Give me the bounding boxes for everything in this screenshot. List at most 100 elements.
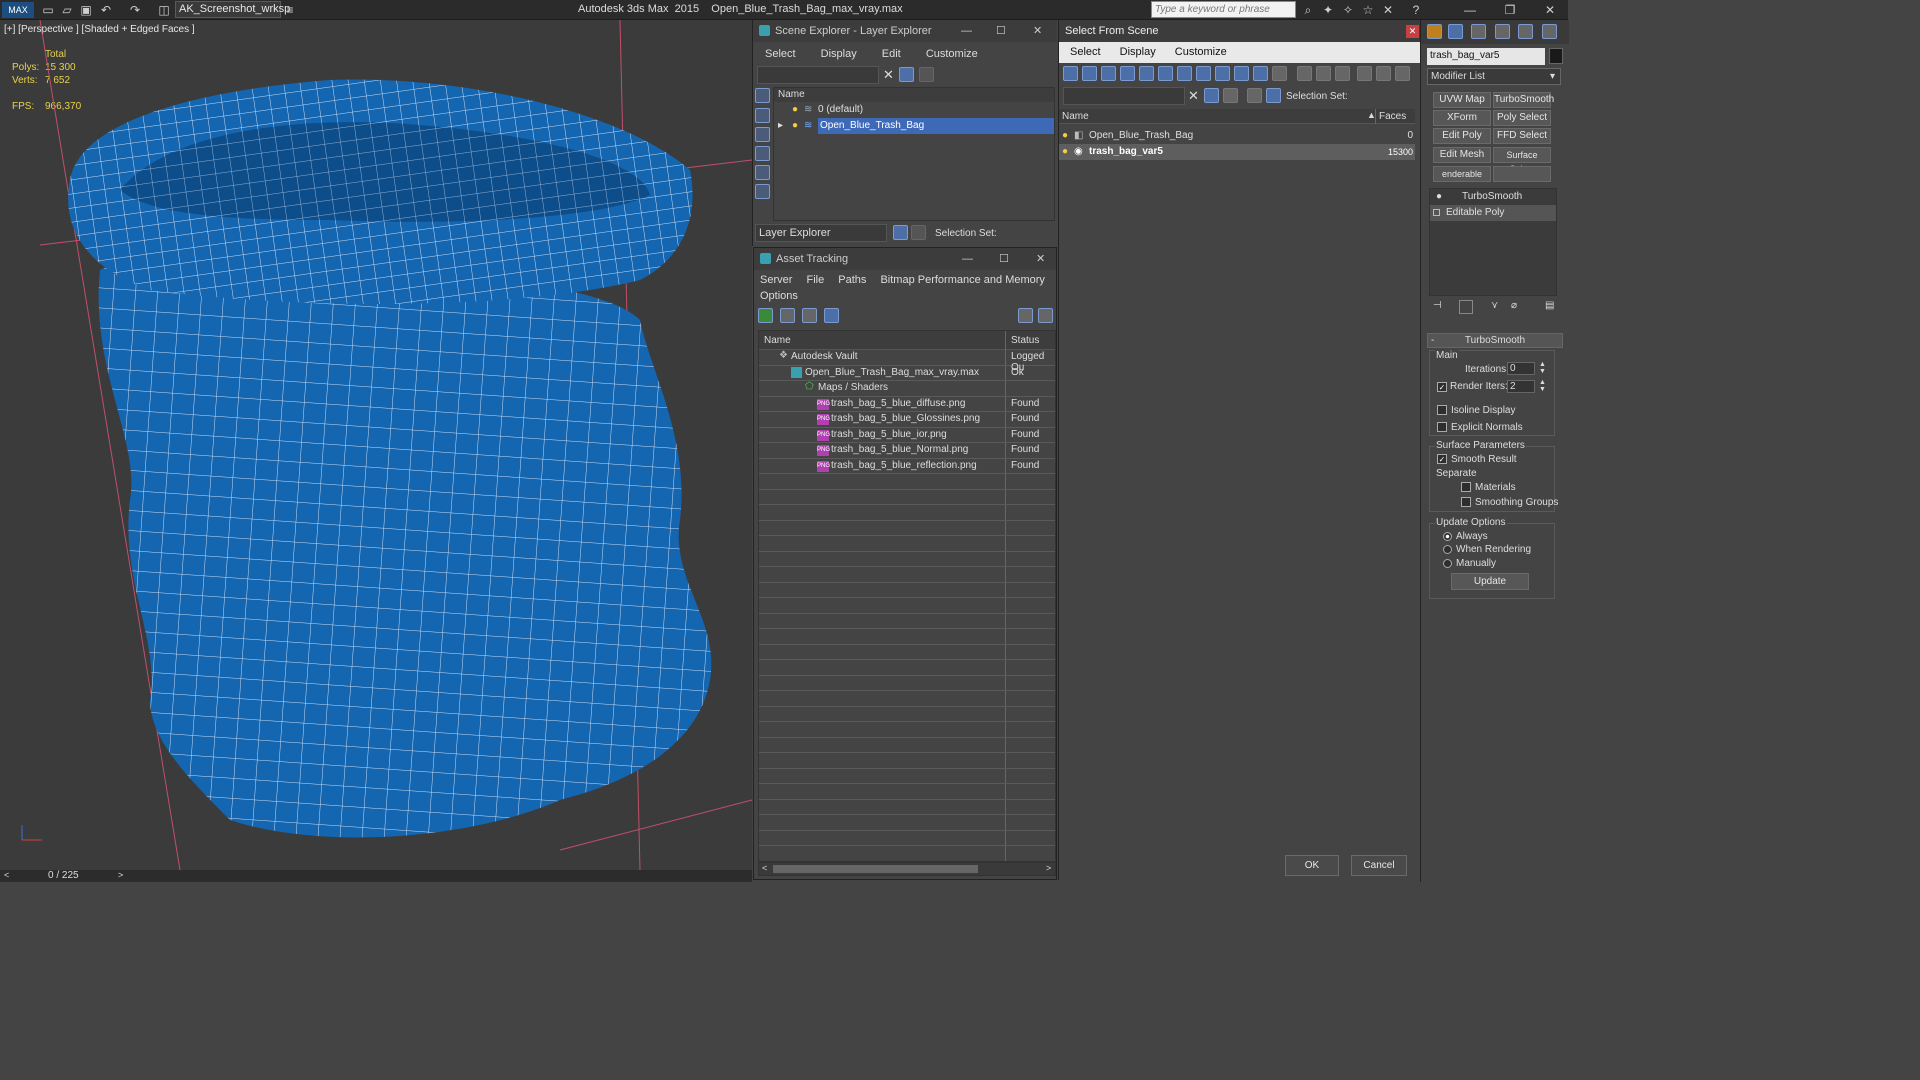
menu-options[interactable]: Options	[760, 290, 798, 302]
menu-edit[interactable]: Edit	[882, 48, 901, 60]
layer-row-trash-bag[interactable]: ▸ ● ≋ Open_Blue_Trash_Bag	[774, 118, 1054, 134]
col-divider[interactable]	[1005, 331, 1006, 350]
app-logo-icon[interactable]: MAX	[2, 2, 34, 18]
display-bones-icon[interactable]	[1215, 66, 1230, 81]
stack-item-turbosmooth[interactable]: ● TurboSmooth	[1430, 189, 1556, 205]
clear-search-icon[interactable]: ✕	[1188, 88, 1199, 104]
smoothing-groups-checkbox[interactable]	[1461, 497, 1471, 507]
display-spacewarps-icon[interactable]	[1158, 66, 1173, 81]
smooth-result-checkbox[interactable]: ✓	[1437, 454, 1447, 464]
display-geometry-icon[interactable]	[755, 88, 770, 103]
select-search-field[interactable]	[1063, 87, 1185, 105]
minimize-window-icon[interactable]: —	[1462, 2, 1478, 18]
edit-poly-button[interactable]: Edit Poly	[1433, 128, 1491, 144]
menu-bitmap-performance[interactable]: Bitmap Performance and Memory	[880, 274, 1044, 286]
hierarchy-view-icon[interactable]	[1266, 88, 1281, 103]
collapse-icon[interactable]: -	[1431, 334, 1434, 347]
asset-row[interactable]: ❖ Autodesk Vault Logged Ou	[759, 350, 1055, 373]
create-tab-icon[interactable]	[1427, 24, 1442, 39]
menu-display[interactable]: Display	[821, 48, 857, 60]
next-frame-icon[interactable]: >	[118, 870, 123, 880]
col-divider[interactable]	[1375, 109, 1376, 124]
close-icon[interactable]: ✕	[1036, 248, 1045, 270]
object-name-field[interactable]: trash_bag_var5	[1427, 48, 1545, 65]
asset-row[interactable]: PNG trash_bag_5_blue_diffuse.png Found	[759, 397, 1055, 412]
asset-row[interactable]: PNG trash_bag_5_blue_reflection.png Found	[759, 459, 1055, 474]
hierarchy-tab-icon[interactable]	[1471, 24, 1486, 39]
display-cameras-icon[interactable]	[755, 146, 770, 161]
layer-toggle-icon[interactable]	[1223, 88, 1238, 103]
isoline-display-checkbox[interactable]	[1437, 405, 1447, 415]
hierarchy-icon[interactable]	[911, 225, 926, 240]
menu-server[interactable]: Server	[760, 274, 792, 286]
close-icon[interactable]: ✕	[1033, 20, 1042, 42]
toggle-columns-icon[interactable]	[1395, 66, 1410, 81]
scroll-thumb[interactable]	[773, 865, 978, 873]
render-iters-checkbox[interactable]: ✓	[1437, 382, 1447, 392]
pin-stack-icon[interactable]: ⊣	[1433, 300, 1442, 311]
undo-icon[interactable]: ↶	[98, 2, 114, 18]
surface-select-button[interactable]: Surface Select	[1493, 147, 1551, 174]
asset-row[interactable]: PNG trash_bag_5_blue_Glossines.png Found	[759, 412, 1055, 428]
explorer-type-dropdown[interactable]: Layer Explorer	[755, 224, 887, 242]
edit-mesh-button[interactable]: Edit Mesh	[1433, 147, 1491, 163]
trash-bag-mesh[interactable]	[0, 20, 752, 870]
lightbulb-icon[interactable]: ●	[1436, 189, 1442, 205]
open-file-icon[interactable]: ▱	[59, 2, 75, 18]
object-row[interactable]: ● ◧ Open_Blue_Trash_Bag 0	[1059, 128, 1415, 144]
layers-icon[interactable]	[1247, 88, 1262, 103]
update-button[interactable]: Update	[1451, 573, 1529, 590]
maximize-icon[interactable]: ☐	[996, 20, 1006, 42]
always-radio[interactable]	[1443, 532, 1452, 541]
layer-explorer-icon[interactable]	[893, 225, 908, 240]
project-folder-icon[interactable]: ◫	[156, 2, 172, 18]
favorites-star-icon[interactable]: ☆	[1360, 2, 1376, 18]
display-geometry-icon[interactable]	[1063, 66, 1078, 81]
display-helpers-icon[interactable]	[1139, 66, 1154, 81]
expand-arrow-icon[interactable]: ▸	[778, 118, 783, 134]
redo-icon[interactable]: ↷	[127, 2, 143, 18]
subscription-icon[interactable]: ✦	[1320, 2, 1336, 18]
perspective-viewport[interactable]: [+] [Perspective ] [Shaded + Edged Faces…	[0, 20, 752, 870]
menu-file[interactable]: File	[806, 274, 824, 286]
turbosmooth-rollout-header[interactable]: - TurboSmooth	[1427, 333, 1563, 348]
thumbnail-view-icon[interactable]	[802, 308, 817, 323]
empty-modifier-button[interactable]	[1493, 166, 1551, 182]
settings-icon[interactable]	[1038, 308, 1053, 323]
select-all-icon[interactable]	[1297, 66, 1312, 81]
close-window-icon[interactable]: ✕	[1542, 2, 1558, 18]
menu-customize[interactable]: Customize	[926, 48, 978, 60]
menu-display[interactable]: Display	[1120, 46, 1156, 58]
display-containers-icon[interactable]	[1234, 66, 1249, 81]
asset-row[interactable]: PNG trash_bag_5_blue_Normal.png Found	[759, 443, 1055, 459]
col-faces[interactable]: Faces	[1379, 111, 1406, 122]
new-file-icon[interactable]: ▭	[40, 2, 56, 18]
col-status[interactable]: Status	[1011, 335, 1039, 346]
spinner-arrows-icon[interactable]: ▲ ▼	[1539, 361, 1546, 375]
configure-sets-icon[interactable]: ▤	[1545, 300, 1554, 311]
scroll-left-icon[interactable]: <	[762, 863, 767, 873]
display-groups-icon[interactable]	[1177, 66, 1192, 81]
display-lights-icon[interactable]	[755, 127, 770, 142]
menu-paths[interactable]: Paths	[838, 274, 866, 286]
stack-item-editable-poly[interactable]: Editable Poly	[1430, 205, 1556, 221]
display-spacewarps-icon[interactable]	[755, 184, 770, 199]
minimize-icon[interactable]: —	[962, 248, 973, 270]
spinner-arrows-icon[interactable]: ▲ ▼	[1539, 379, 1546, 393]
xform-button[interactable]: XForm	[1433, 110, 1491, 126]
display-xrefs-icon[interactable]	[1196, 66, 1211, 81]
display-shapes-icon[interactable]	[755, 108, 770, 123]
display-shapes-icon[interactable]	[1082, 66, 1097, 81]
render-iters-spinner[interactable]: 2	[1507, 380, 1535, 393]
asset-row[interactable]: PNG trash_bag_5_blue_ior.png Found	[759, 428, 1055, 443]
hierarchy-icon[interactable]	[1376, 66, 1391, 81]
modify-tab-icon[interactable]	[1448, 24, 1463, 39]
layer-row-default[interactable]: ● ≋ 0 (default)	[774, 102, 1054, 118]
renderable-spline-button[interactable]: enderable Splir	[1433, 166, 1491, 182]
layer-filter-icon[interactable]	[919, 67, 934, 82]
object-color-swatch[interactable]	[1549, 48, 1563, 64]
utilities-tab-icon[interactable]	[1542, 24, 1557, 39]
display-frozen-icon[interactable]	[1253, 66, 1268, 81]
cancel-button[interactable]: Cancel	[1351, 855, 1407, 876]
expand-box-icon[interactable]	[1433, 209, 1440, 216]
